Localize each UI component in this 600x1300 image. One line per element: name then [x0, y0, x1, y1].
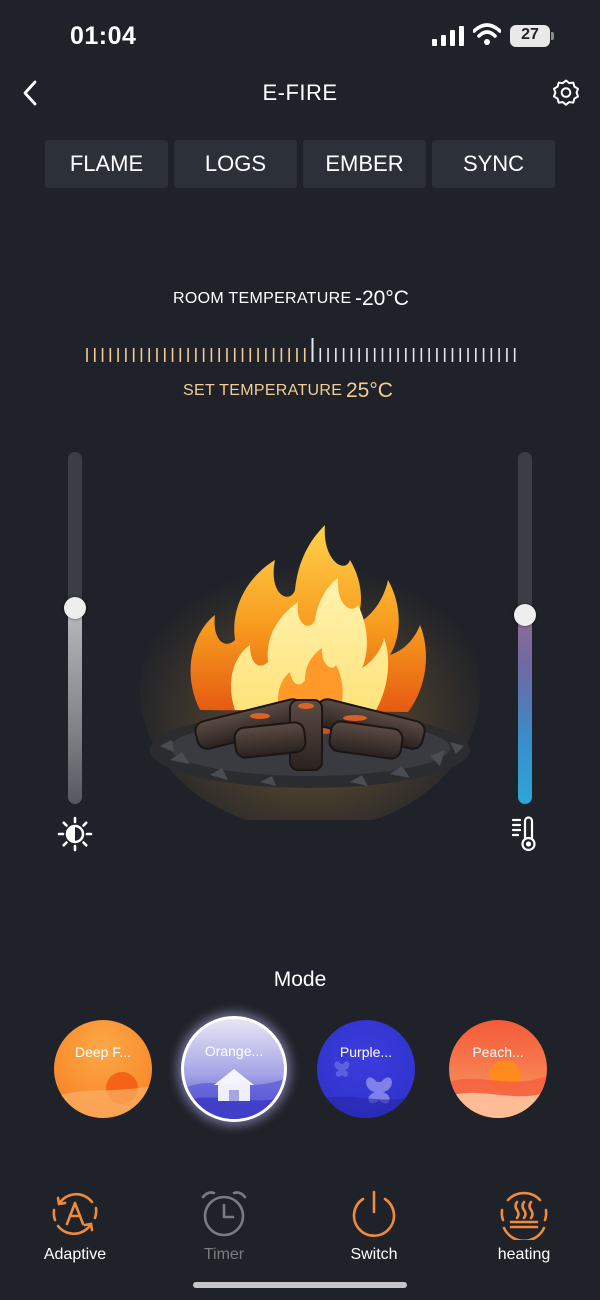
mode-option-label: Orange...	[204, 1043, 264, 1059]
mode-option-purple[interactable]: Purple...	[317, 1020, 415, 1118]
mode-option-label: Purple...	[339, 1044, 393, 1060]
status-time: 01:04	[70, 22, 137, 50]
room-temperature-label: ROOM TEMPERATURE	[173, 290, 352, 307]
power-icon[interactable]	[348, 1188, 400, 1240]
mode-option-label: Deep F...	[74, 1044, 132, 1060]
thermometer-icon	[511, 816, 536, 852]
brightness-icon	[57, 816, 93, 852]
fire-illustration	[140, 525, 480, 820]
heating-icon[interactable]	[498, 1188, 550, 1240]
brightness-slider[interactable]	[68, 452, 82, 804]
mode-option-orange[interactable]: Orange...	[181, 1016, 287, 1122]
room-temperature-value: -20°C	[355, 287, 409, 310]
mode-option-deep[interactable]: Deep F...	[54, 1020, 152, 1118]
mode-label: Mode	[273, 968, 327, 991]
home-indicator	[193, 1282, 407, 1288]
heat-slider-handle[interactable]	[514, 604, 536, 626]
heat-slider[interactable]	[518, 452, 532, 804]
battery-icon: 27	[510, 25, 554, 47]
alarm-clock-icon[interactable]	[198, 1188, 250, 1240]
temperature-ruler[interactable]	[85, 336, 517, 366]
gear-icon[interactable]	[551, 78, 581, 108]
battery-level: 27	[521, 26, 539, 43]
brightness-slider-handle[interactable]	[64, 597, 86, 619]
timer-label[interactable]: Timer	[164, 1246, 284, 1264]
tab-logs[interactable]: LOGS	[174, 140, 297, 188]
adaptive-label[interactable]: Adaptive	[15, 1246, 135, 1264]
signal-icon	[432, 26, 464, 46]
tab-sync[interactable]: SYNC	[432, 140, 555, 188]
page-title: E-FIRE	[262, 80, 338, 105]
tab-flame[interactable]: FLAME	[45, 140, 168, 188]
tab-ember[interactable]: EMBER	[303, 140, 426, 188]
set-temperature-value: 25°C	[346, 379, 393, 402]
set-temperature-label: SET TEMPERATURE	[183, 382, 343, 399]
switch-label[interactable]: Switch	[314, 1246, 434, 1264]
heating-label[interactable]: heating	[464, 1246, 584, 1264]
mode-option-label: Peach...	[472, 1044, 524, 1060]
adaptive-icon[interactable]	[49, 1188, 101, 1240]
mode-option-peach[interactable]: Peach...	[449, 1020, 547, 1118]
wifi-icon	[473, 23, 501, 45]
